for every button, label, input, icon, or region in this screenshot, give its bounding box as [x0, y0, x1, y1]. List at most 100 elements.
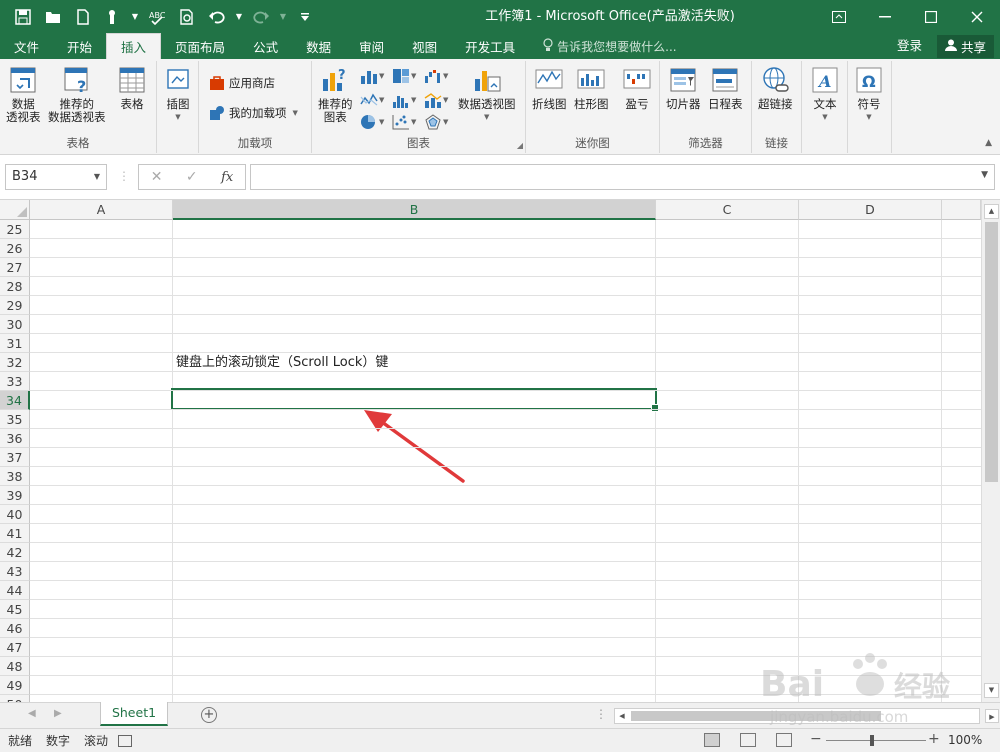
- charts-dialog-launcher-icon[interactable]: ◢: [517, 141, 523, 150]
- row-header[interactable]: 32: [0, 353, 30, 372]
- vertical-scrollbar[interactable]: ▲ ▼: [981, 200, 1000, 702]
- tell-me-box[interactable]: 告诉我您想要做什么...: [543, 33, 677, 59]
- text-button[interactable]: A 文本 ▼: [810, 65, 840, 124]
- customize-qat-icon[interactable]: [290, 0, 320, 33]
- waterfall-chart-button[interactable]: ▼: [424, 67, 450, 85]
- row-header[interactable]: 48: [0, 657, 30, 676]
- column-header-b[interactable]: B: [173, 200, 656, 220]
- row-header[interactable]: 46: [0, 619, 30, 638]
- login-link[interactable]: 登录: [897, 33, 922, 59]
- pivot-chart-button[interactable]: 数据透视图 ▼: [458, 65, 516, 124]
- row-header[interactable]: 36: [0, 429, 30, 448]
- insert-function-icon[interactable]: fx: [221, 170, 233, 185]
- combo-chart-button[interactable]: ▼: [424, 91, 450, 109]
- enter-icon[interactable]: ✓: [186, 169, 198, 185]
- tab-data[interactable]: 数据: [292, 33, 345, 59]
- formula-input[interactable]: ▼: [250, 164, 995, 190]
- recommended-charts-button[interactable]: ? 推荐的 图表: [318, 65, 353, 124]
- sheet-tab-sheet1[interactable]: Sheet1: [100, 702, 168, 726]
- tab-home[interactable]: 开始: [53, 33, 106, 59]
- page-break-view-icon[interactable]: [776, 733, 792, 747]
- tab-formulas[interactable]: 公式: [239, 33, 292, 59]
- cancel-icon[interactable]: ✕: [151, 169, 163, 185]
- selected-cell-b34[interactable]: [171, 388, 659, 412]
- hyperlink-button[interactable]: 超链接: [758, 65, 793, 111]
- save-icon[interactable]: [8, 0, 38, 33]
- normal-view-icon[interactable]: [704, 733, 720, 747]
- my-addins-button[interactable]: 我的加载项 ▼: [209, 105, 298, 121]
- prev-sheet-icon[interactable]: ◀: [28, 708, 36, 719]
- sparkline-winloss-button[interactable]: 盈亏: [622, 65, 652, 111]
- radar-chart-button[interactable]: ▼: [424, 113, 450, 131]
- pivot-table-button[interactable]: 数据 透视表: [6, 65, 41, 124]
- pie-chart-button[interactable]: ▼: [360, 113, 386, 131]
- timeline-button[interactable]: 日程表: [708, 65, 743, 111]
- spellcheck-icon[interactable]: ABC: [142, 0, 172, 33]
- scroll-up-icon[interactable]: ▲: [984, 204, 999, 219]
- recommended-pivot-button[interactable]: ? 推荐的 数据透视表: [48, 65, 106, 124]
- horizontal-scroll-thumb[interactable]: [631, 711, 881, 721]
- cell-b32[interactable]: 键盘上的滚动锁定（Scroll Lock）键: [176, 353, 388, 372]
- hierarchy-chart-button[interactable]: ▼: [392, 67, 418, 85]
- tab-file[interactable]: 文件: [0, 33, 53, 59]
- select-all-button[interactable]: [0, 200, 30, 220]
- maximize-icon[interactable]: [908, 0, 954, 33]
- row-header[interactable]: 33: [0, 372, 30, 391]
- formula-bar-grip-icon[interactable]: ⋮: [118, 169, 130, 183]
- share-button[interactable]: 共享: [936, 35, 994, 58]
- row-header[interactable]: 44: [0, 581, 30, 600]
- touch-mode-icon[interactable]: [98, 0, 128, 33]
- new-icon[interactable]: [68, 0, 98, 33]
- row-header[interactable]: 42: [0, 543, 30, 562]
- column-chart-button[interactable]: ▼: [360, 67, 386, 85]
- undo-icon[interactable]: [202, 0, 232, 33]
- open-icon[interactable]: [38, 0, 68, 33]
- row-header[interactable]: 49: [0, 676, 30, 695]
- sparkline-line-button[interactable]: 折线图: [532, 65, 567, 111]
- illustrations-button[interactable]: 插图 ▼: [163, 65, 193, 124]
- store-button[interactable]: 应用商店: [209, 75, 275, 91]
- zoom-slider-thumb[interactable]: [870, 735, 874, 746]
- add-sheet-icon[interactable]: +: [201, 707, 217, 723]
- vertical-scroll-thumb[interactable]: [985, 222, 998, 482]
- tab-insert[interactable]: 插入: [106, 33, 162, 59]
- row-header[interactable]: 47: [0, 638, 30, 657]
- zoom-in-icon[interactable]: +: [928, 731, 940, 747]
- macro-record-icon[interactable]: [118, 734, 133, 747]
- row-header[interactable]: 39: [0, 486, 30, 505]
- next-sheet-icon[interactable]: ▶: [54, 708, 62, 719]
- scatter-chart-button[interactable]: ▼: [392, 113, 418, 131]
- row-header[interactable]: 26: [0, 239, 30, 258]
- row-header[interactable]: 35: [0, 410, 30, 429]
- row-header[interactable]: 31: [0, 334, 30, 353]
- row-header[interactable]: 25: [0, 220, 30, 239]
- row-header[interactable]: 45: [0, 600, 30, 619]
- redo-icon[interactable]: [246, 0, 276, 33]
- ribbon-display-options-icon[interactable]: [816, 0, 862, 33]
- zoom-percentage[interactable]: 100%: [948, 733, 982, 747]
- name-box[interactable]: B34 ▼: [5, 164, 107, 190]
- row-header[interactable]: 29: [0, 296, 30, 315]
- close-icon[interactable]: [954, 0, 1000, 33]
- line-chart-button[interactable]: ▼: [360, 91, 386, 109]
- touch-mode-dropdown-icon[interactable]: ▼: [128, 0, 142, 33]
- tab-developer[interactable]: 开发工具: [451, 33, 529, 59]
- row-header[interactable]: 38: [0, 467, 30, 486]
- column-header-e[interactable]: [942, 200, 981, 220]
- statistic-chart-button[interactable]: ▼: [392, 91, 418, 109]
- scroll-down-icon[interactable]: ▼: [984, 683, 999, 698]
- horizontal-scrollbar[interactable]: ◀ ▶: [614, 708, 999, 724]
- row-header[interactable]: 28: [0, 277, 30, 296]
- row-header[interactable]: 30: [0, 315, 30, 334]
- print-preview-icon[interactable]: [172, 0, 202, 33]
- zoom-slider[interactable]: [826, 740, 926, 741]
- tab-view[interactable]: 视图: [398, 33, 451, 59]
- column-header-d[interactable]: D: [799, 200, 942, 220]
- row-header[interactable]: 37: [0, 448, 30, 467]
- table-button[interactable]: 表格: [117, 65, 147, 111]
- row-header[interactable]: 43: [0, 562, 30, 581]
- redo-dropdown-icon[interactable]: ▼: [276, 0, 290, 33]
- expand-formula-bar-icon[interactable]: ▼: [981, 170, 988, 180]
- symbols-button[interactable]: Ω 符号 ▼: [854, 65, 884, 124]
- row-header[interactable]: 40: [0, 505, 30, 524]
